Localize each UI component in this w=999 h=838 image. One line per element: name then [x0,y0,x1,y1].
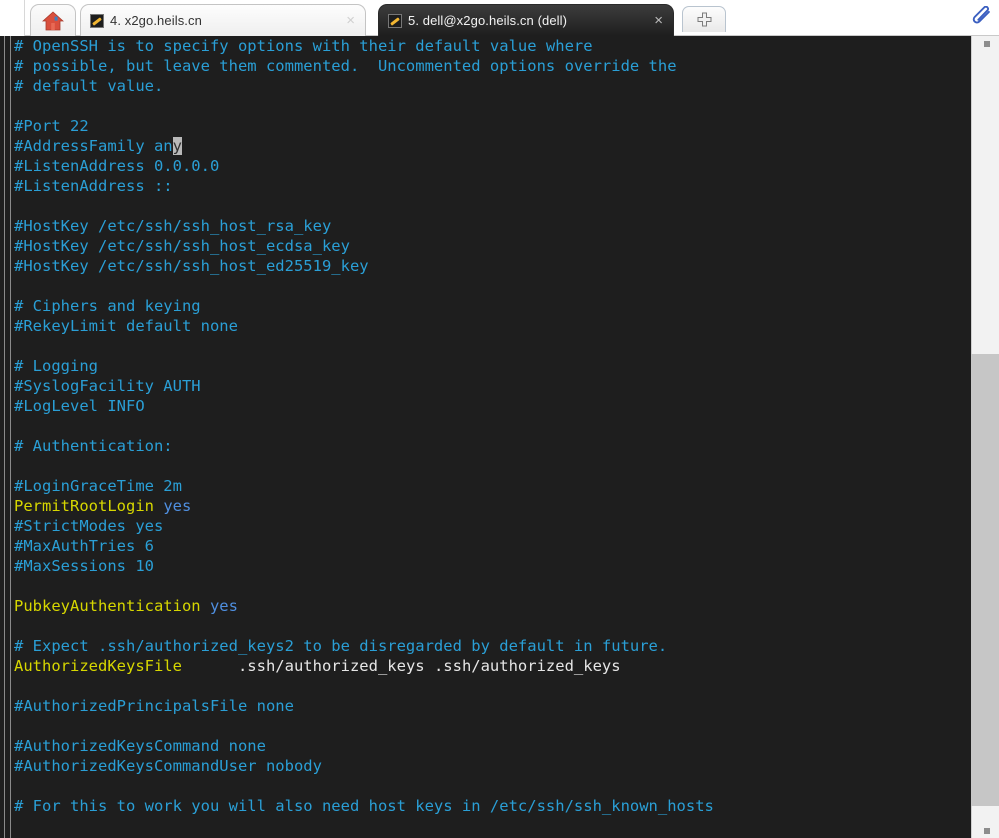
terminal-icon [90,13,104,28]
attachment-button[interactable] [967,2,997,32]
terminal-text-area[interactable]: # OpenSSH is to specify options with the… [14,36,960,838]
terminal-line: #HostKey /etc/ssh/ssh_host_rsa_key [14,217,332,235]
terminal-line: #StrictModes yes [14,517,164,535]
terminal-line: #AuthorizedKeysCommand none [14,737,266,755]
close-icon[interactable]: × [346,13,355,28]
tab-bar: 4. x2go.heils.cn × 5. dell@x2go.heils.cn… [0,0,999,36]
new-tab-button[interactable] [682,6,726,32]
paperclip-icon [972,6,990,24]
terminal-line: #LogLevel INFO [14,397,145,415]
tab-bar-left-edge [0,0,25,36]
terminal-line: #ListenAddress :: [14,177,173,195]
terminal-line: # OpenSSH is to specify options with the… [14,37,593,55]
terminal-left-border [0,36,11,838]
terminal-line: #LoginGraceTime 2m [14,477,182,495]
terminal-line: # Expect .ssh/authorized_keys2 to be dis… [14,637,668,655]
close-icon[interactable]: × [654,13,663,28]
terminal-line: #MaxSessions 10 [14,557,154,575]
terminal-line: AuthorizedKeysFile .ssh/authorized_keys … [14,657,621,675]
scrollbar-up-marker [984,41,990,47]
tab-session-5[interactable]: 5. dell@x2go.heils.cn (dell) × [378,4,674,36]
terminal-line: #ListenAddress 0.0.0.0 [14,157,220,175]
tab-session-4[interactable]: 4. x2go.heils.cn × [80,4,366,36]
terminal-line: #AddressFamily any [14,137,182,155]
terminal-line: PermitRootLogin yes [14,497,192,515]
terminal-line: # Ciphers and keying [14,297,201,315]
terminal-line: #RekeyLimit default none [14,317,238,335]
terminal-line: # For this to work you will also need ho… [14,797,714,815]
terminal-line: #HostKey /etc/ssh/ssh_host_ecdsa_key [14,237,350,255]
terminal-line: #HostKey /etc/ssh/ssh_host_ed25519_key [14,257,369,275]
tab-label: 5. dell@x2go.heils.cn (dell) [408,13,568,28]
terminal-line: #MaxAuthTries 6 [14,537,154,555]
terminal-scrollbar[interactable] [971,36,999,838]
scrollbar-thumb[interactable] [971,354,999,806]
tab-label: 4. x2go.heils.cn [110,13,202,28]
scrollbar-down-marker [984,828,990,834]
terminal-line: #AuthorizedPrincipalsFile none [14,697,294,715]
tab-home[interactable] [30,4,76,36]
terminal-line: # Authentication: [14,437,173,455]
terminal-line: # Logging [14,357,98,375]
terminal-icon [388,13,402,28]
terminal-line: # possible, but leave them commented. Un… [14,57,677,75]
terminal-line: # default value. [14,77,164,95]
terminal-line: #SyslogFacility AUTH [14,377,201,395]
terminal-line: #AuthorizedKeysCommandUser nobody [14,757,322,775]
terminal-window[interactable]: # OpenSSH is to specify options with the… [0,36,999,838]
home-icon [42,10,64,30]
plus-icon [697,12,711,27]
terminal-line: #Port 22 [14,117,89,135]
terminal-line: PubkeyAuthentication yes [14,597,238,615]
